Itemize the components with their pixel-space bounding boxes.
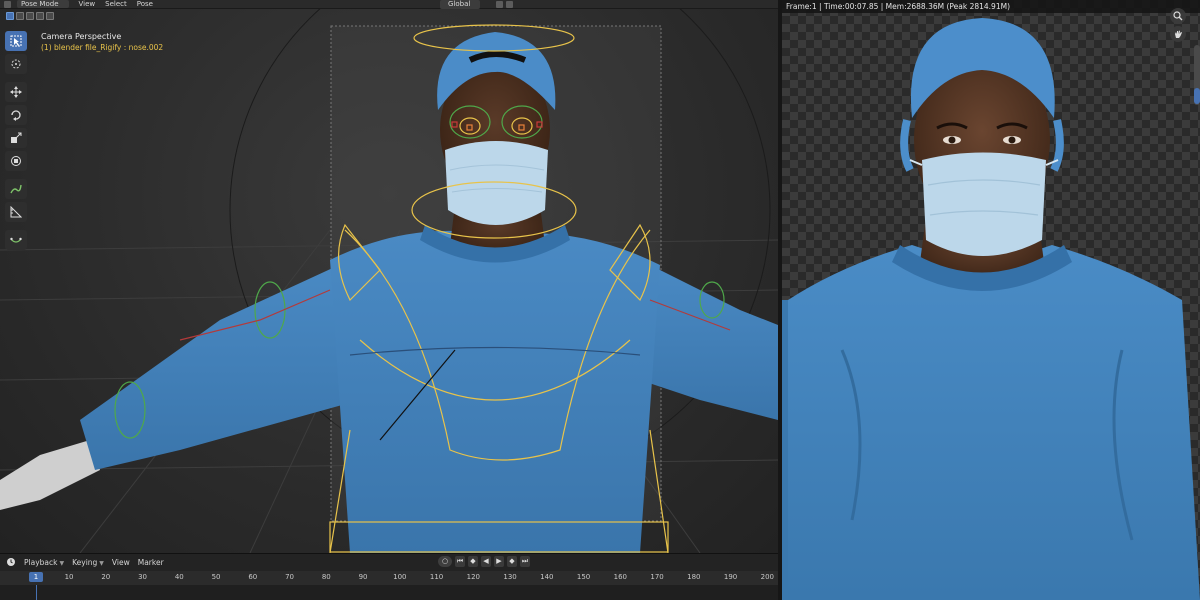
viewport-header: Pose Mode View Select Pose Global	[0, 0, 778, 9]
frame-tick: 150	[576, 573, 591, 581]
menu-pose[interactable]: Pose	[137, 0, 153, 9]
frame-tick: 110	[429, 573, 444, 581]
frame-tick: 100	[393, 573, 407, 581]
frame-tick: 70	[285, 573, 295, 581]
snapping-controls	[496, 0, 513, 8]
timeline-view-menu[interactable]: View	[112, 558, 130, 567]
measure-ruler-icon	[10, 206, 22, 218]
frame-tick: 160	[613, 573, 627, 581]
pivot-icon[interactable]	[496, 0, 503, 8]
frame-tick: 90	[358, 573, 368, 581]
current-frame-indicator[interactable]: 1	[29, 572, 43, 582]
clock-icon[interactable]	[6, 557, 16, 567]
frame-tick: 170	[650, 573, 664, 581]
select-intersect-icon[interactable]	[46, 12, 54, 20]
frame-tick: 10	[64, 573, 74, 581]
jump-start-button[interactable]: ⏮	[455, 556, 465, 567]
rendered-character	[782, 18, 1200, 600]
timeline-editor: Playback ▼ Keying ▼ View Marker ○ ⏮ ◆ ◀ ▶ …	[0, 553, 778, 600]
tool-rotate[interactable]	[5, 105, 27, 125]
editor-type-icon[interactable]	[4, 0, 11, 8]
frame-tick: 130	[503, 573, 517, 581]
snap-icon[interactable]	[506, 0, 513, 8]
marker-menu[interactable]: Marker	[138, 558, 164, 567]
frame-tick: 40	[174, 573, 184, 581]
current-frame-line	[36, 585, 37, 600]
cursor-select-icon	[10, 35, 22, 47]
active-object-label: (1) blender file_Rigify : nose.002	[41, 43, 164, 52]
zoom-icon	[1173, 11, 1183, 21]
keying-menu[interactable]: Keying ▼	[72, 558, 104, 567]
rotate-icon	[11, 110, 21, 121]
tool-transform[interactable]	[5, 151, 27, 171]
tool-measure[interactable]	[5, 202, 27, 222]
play-reverse-button[interactable]: ◀	[481, 556, 491, 567]
tool-relax[interactable]	[5, 230, 27, 250]
jump-keyframe-back-button[interactable]: ◆	[468, 556, 478, 567]
select-invert-icon[interactable]	[36, 12, 44, 20]
3d-cursor-icon	[11, 59, 21, 69]
viewport-info-overlay: Camera Perspective (1) blender file_Rigi…	[41, 31, 163, 53]
select-extend-icon[interactable]	[16, 12, 24, 20]
chevron-down-icon: ▼	[59, 559, 65, 567]
viewport-scene[interactable]	[0, 9, 778, 553]
chevron-down-icon: ▼	[99, 559, 104, 567]
select-new-icon[interactable]	[6, 12, 14, 20]
tool-move[interactable]	[5, 82, 27, 102]
move-arrows-icon	[10, 86, 22, 98]
record-button[interactable]: ○	[438, 556, 452, 567]
tool-select-box[interactable]	[5, 31, 27, 51]
character-head[interactable]	[437, 32, 556, 225]
transform-icon	[11, 156, 21, 166]
timeline-header: Playback ▼ Keying ▼ View Marker	[0, 554, 778, 570]
frame-tick: 200	[760, 573, 774, 581]
frame-ruler[interactable]: 10 20 30 40 50 60 70 80 90 100 110 120 130 140 150 160 1…	[0, 571, 778, 585]
playback-menu[interactable]: Playback ▼	[24, 558, 64, 567]
transform-orientation-dropdown[interactable]: Global	[440, 0, 481, 9]
selection-mode-buttons	[6, 12, 54, 20]
frame-tick: 30	[138, 573, 148, 581]
zoom-button[interactable]	[1170, 8, 1186, 24]
menu-select[interactable]: Select	[105, 0, 127, 9]
playback-menu-label: Playback	[24, 557, 58, 567]
frame-tick: 120	[466, 573, 480, 581]
3d-viewport[interactable]: Pose Mode View Select Pose Global Camera…	[0, 0, 778, 553]
frame-tick: 20	[101, 573, 111, 581]
tool-cursor[interactable]	[5, 54, 27, 74]
pan-button[interactable]	[1170, 26, 1186, 42]
jump-end-button[interactable]: ⏭	[520, 556, 530, 567]
render-preview[interactable]: Frame:1 | Time:00:07.85 | Mem:2688.36M (…	[782, 0, 1200, 600]
tool-annotate[interactable]	[5, 179, 27, 199]
keying-menu-label: Keying	[72, 557, 98, 567]
pose-relax-icon	[10, 237, 22, 243]
view-label: Camera Perspective	[41, 32, 122, 41]
playback-controls: ○ ⏮ ◆ ◀ ▶ ◆ ⏭	[438, 556, 530, 567]
play-button[interactable]: ▶	[494, 556, 504, 567]
annotate-pen-icon	[10, 184, 22, 194]
menu-view[interactable]: View	[79, 0, 96, 9]
timeline-track[interactable]	[0, 585, 778, 600]
frame-tick: 140	[540, 573, 554, 581]
select-subtract-icon[interactable]	[26, 12, 34, 20]
frame-tick: 80	[321, 573, 331, 581]
tool-scale[interactable]	[5, 128, 27, 148]
frame-tick: 60	[248, 573, 258, 581]
scale-icon	[11, 132, 22, 143]
frame-tick: 190	[723, 573, 738, 581]
frame-tick: 180	[687, 573, 701, 581]
jump-keyframe-forward-button[interactable]: ◆	[507, 556, 517, 567]
render-stats-bar: Frame:1 | Time:00:07.85 | Mem:2688.36M (…	[782, 0, 1200, 13]
hand-pan-icon	[1175, 30, 1182, 38]
mode-dropdown[interactable]: Pose Mode	[17, 0, 69, 8]
render-scrollbar-thumb[interactable]	[1194, 88, 1200, 104]
frame-tick: 50	[211, 573, 221, 581]
tool-shelf	[5, 31, 29, 250]
